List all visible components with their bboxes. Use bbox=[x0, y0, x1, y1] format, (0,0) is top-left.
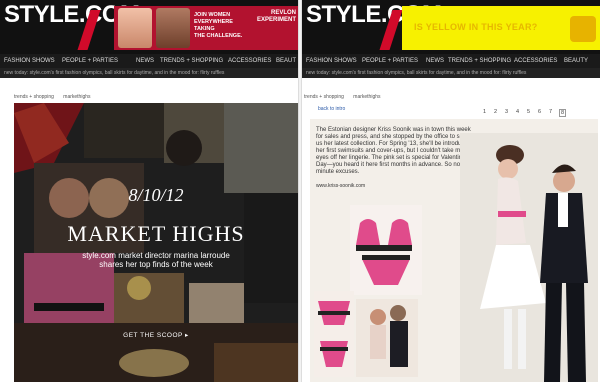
breadcrumb-link[interactable]: trends + shopping bbox=[304, 94, 344, 100]
nav-item[interactable]: ACCESSORIES bbox=[228, 57, 271, 65]
article-slide: The Estonian designer Kriss Soonik was i… bbox=[310, 119, 598, 382]
ad-copy: JOIN WOMEN EVERYWHERE TAKING THE CHALLEN… bbox=[194, 12, 254, 40]
breadcrumb-current: markethighs bbox=[63, 94, 91, 100]
banner-ad[interactable]: JOIN WOMEN EVERYWHERE TAKING THE CHALLEN… bbox=[114, 6, 298, 50]
nav-item[interactable]: NEWS bbox=[426, 57, 444, 65]
new-today-text: new today: style.com's first fashion oly… bbox=[306, 70, 527, 76]
nav-item[interactable]: FASHION SHOWS bbox=[306, 57, 357, 65]
nav-item[interactable]: NEWS bbox=[136, 57, 154, 65]
page-link[interactable]: 1 bbox=[483, 109, 486, 115]
nav-item[interactable]: BEAUT bbox=[276, 57, 296, 65]
nav-item[interactable]: FASHION SHOWS bbox=[4, 57, 55, 65]
main-nav: FASHION SHOWS PEOPLE + PARTIES NEWS TREN… bbox=[302, 54, 600, 68]
site-header: STYLE.COM JOIN WOMEN EVERYWHERE TAKING T… bbox=[0, 0, 298, 54]
ad-photo bbox=[118, 8, 152, 48]
article-paragraph: The Estonian designer Kriss Soonik was i… bbox=[316, 127, 474, 175]
product-photo bbox=[314, 291, 354, 377]
split-screen: STYLE.COM JOIN WOMEN EVERYWHERE TAKING T… bbox=[0, 0, 600, 382]
ad-line: THE CHALLENGE. bbox=[194, 33, 243, 39]
banner-ad[interactable]: IS YELLOW IN THIS YEAR? bbox=[402, 6, 600, 50]
product-photo bbox=[350, 205, 422, 295]
site-header: STYLE.COM IS YELLOW IN THIS YEAR? bbox=[302, 0, 600, 54]
nav-item[interactable]: PEOPLE + PARTIES bbox=[362, 57, 418, 65]
pink-set-image bbox=[314, 291, 354, 377]
yellow-bag-icon bbox=[570, 16, 596, 42]
breadcrumb: trends + shopping markethighs bbox=[304, 94, 389, 100]
nav-item[interactable]: ACCESSORIES bbox=[514, 57, 557, 65]
breadcrumb-current: markethighs bbox=[353, 94, 381, 100]
page-link[interactable]: 6 bbox=[538, 109, 541, 115]
new-today-text: new today: style.com's first fashion oly… bbox=[4, 70, 225, 76]
ad-question: IS YELLOW IN THIS YEAR? bbox=[414, 22, 538, 32]
breadcrumb-link[interactable]: trends + shopping bbox=[14, 94, 54, 100]
feature-panel[interactable]: 8/10/12 MARKET HIGHS style.com market di… bbox=[14, 103, 298, 382]
nav-item[interactable]: TRENDS + SHOPPING bbox=[160, 57, 223, 65]
nav-item[interactable]: BEAUTY bbox=[564, 57, 588, 65]
page-link-current[interactable]: 8 bbox=[559, 109, 567, 117]
couple-photo-small bbox=[356, 299, 418, 377]
feature-title: MARKET HIGHS bbox=[67, 221, 245, 246]
subnav: new today: style.com's first fashion oly… bbox=[302, 68, 600, 78]
couple-editorial-photo bbox=[460, 133, 598, 382]
back-to-intro-link[interactable]: back to intro bbox=[318, 106, 345, 112]
designer-website-link[interactable]: www.kriss-soonik.com bbox=[316, 183, 365, 189]
ad-photo bbox=[156, 8, 190, 48]
breadcrumb: trends + shopping markethighs bbox=[14, 94, 99, 100]
page-link[interactable]: 4 bbox=[516, 109, 519, 115]
page-link[interactable]: 2 bbox=[494, 109, 497, 115]
ad-brand: REVLON EXPERIMENT bbox=[256, 10, 296, 23]
feature-description: style.com market director marina larroud… bbox=[82, 251, 230, 269]
pink-bra-image bbox=[350, 205, 422, 295]
page-link[interactable]: 7 bbox=[549, 109, 552, 115]
subnav: new today: style.com's first fashion oly… bbox=[0, 68, 298, 78]
get-the-scoop-link[interactable]: GET THE SCOOP ▸ bbox=[14, 331, 298, 339]
ad-line: EVERYWHERE TAKING bbox=[194, 19, 233, 32]
main-nav: FASHION SHOWS PEOPLE + PARTIES NEWS TREN… bbox=[0, 54, 298, 68]
nav-item[interactable]: PEOPLE + PARTIES bbox=[62, 57, 118, 65]
page-link[interactable]: 5 bbox=[527, 109, 530, 115]
nav-item[interactable]: TRENDS + SHOPPING bbox=[448, 57, 511, 65]
left-page: STYLE.COM JOIN WOMEN EVERYWHERE TAKING T… bbox=[0, 0, 298, 382]
product-photo bbox=[356, 299, 418, 377]
page-link[interactable]: 3 bbox=[505, 109, 508, 115]
feature-date: 8/10/12 bbox=[128, 185, 184, 205]
ad-line: JOIN WOMEN bbox=[194, 12, 231, 18]
